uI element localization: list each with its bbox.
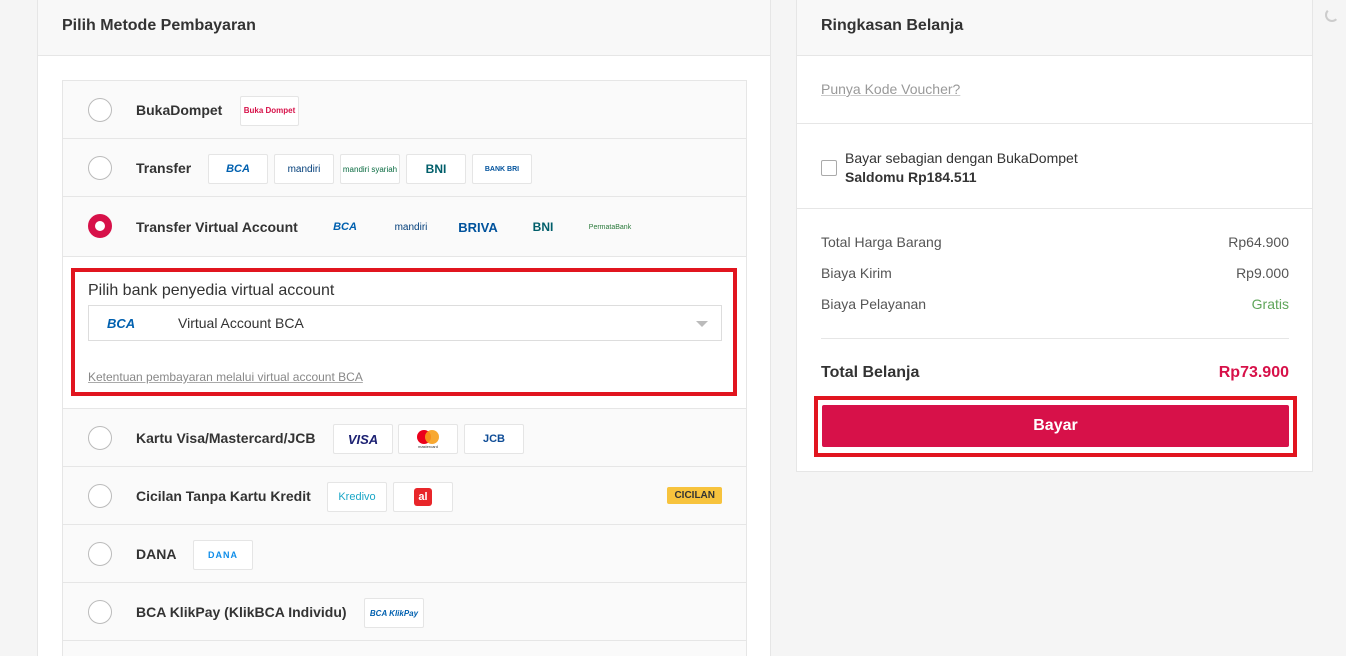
partial-pay-label: Bayar sebagian dengan BukaDompet (845, 150, 1078, 166)
method-virtual-account[interactable]: Transfer Virtual Account BCA mandiri BRI… (63, 197, 746, 257)
method-bca-klikpay[interactable]: BCA KlikPay (KlikBCA Individu) BCA KlikP… (63, 583, 746, 641)
va-bank-panel: Pilih bank penyedia virtual account BCA … (71, 268, 737, 396)
method-transfer[interactable]: Transfer BCA mandiri mandiri syariah BNI… (63, 139, 746, 197)
summary-row-service: Biaya Pelayanan Gratis (821, 296, 1289, 312)
method-cicilan[interactable]: Cicilan Tanpa Kartu Kredit Kredivo al CI… (63, 467, 746, 525)
method-label: DANA (136, 545, 177, 562)
mandiri-logo-icon: mandiri (394, 221, 428, 233)
payment-method-panel: Pilih Metode Pembayaran BukaDompet Buka … (37, 0, 771, 656)
bca-logo-icon: BCA (208, 154, 268, 184)
mandiri-syariah-logo-icon: mandiri syariah (340, 154, 400, 184)
summary-label: Biaya Kirim (821, 265, 892, 281)
bni-logo-icon: BNI (406, 154, 466, 184)
radio-card[interactable] (88, 426, 112, 450)
divider (821, 338, 1289, 339)
divider (797, 208, 1312, 209)
method-label: Transfer (136, 159, 192, 176)
va-title: Pilih bank penyedia virtual account (88, 282, 335, 299)
bri-logo-icon: BANK BRI (472, 154, 532, 184)
total-value: Rp73.900 (1218, 364, 1289, 381)
radio-bukadompet[interactable] (88, 98, 112, 122)
order-summary-panel: Ringkasan Belanja Punya Kode Voucher? Ba… (796, 0, 1313, 472)
order-summary-title: Ringkasan Belanja (797, 0, 1312, 56)
method-label: Cicilan Tanpa Kartu Kredit (136, 487, 311, 504)
radio-cicilan[interactable] (88, 484, 112, 508)
voucher-link[interactable]: Punya Kode Voucher? (821, 81, 960, 97)
balance-text: Saldomu Rp184.511 (845, 169, 977, 185)
method-bukadompet[interactable]: BukaDompet Buka Dompet (63, 81, 746, 139)
method-dana[interactable]: DANA DANA (63, 525, 746, 583)
visa-logo-icon: VISA (333, 424, 393, 454)
method-label: Transfer Virtual Account (136, 218, 298, 235)
method-row-partial (63, 641, 746, 656)
payment-method-title: Pilih Metode Pembayaran (38, 0, 770, 56)
loading-spinner-icon (1325, 8, 1339, 22)
summary-row-items: Total Harga Barang Rp64.900 (821, 234, 1289, 250)
radio-dana[interactable] (88, 542, 112, 566)
divider (797, 123, 1312, 124)
radio-virtual-account[interactable] (88, 214, 112, 238)
dana-logo-icon: DANA (193, 540, 253, 570)
summary-label: Biaya Pelayanan (821, 296, 927, 312)
radio-bca-klikpay[interactable] (88, 600, 112, 624)
pay-button[interactable]: Bayar (822, 405, 1289, 447)
akulaku-logo-icon: al (393, 482, 453, 512)
bca-logo-icon: BCA (107, 316, 136, 331)
partial-pay-checkbox[interactable] (821, 160, 837, 176)
va-selected-value: Virtual Account BCA (178, 315, 304, 331)
kredivo-logo-icon: Kredivo (327, 482, 387, 512)
method-label: Kartu Visa/Mastercard/JCB (136, 429, 316, 446)
chevron-down-icon (696, 321, 708, 327)
va-bank-select[interactable]: BCA Virtual Account BCA (88, 305, 722, 341)
pay-button-highlight: Bayar (814, 396, 1297, 457)
summary-value: Gratis (1251, 296, 1289, 312)
total-label: Total Belanja (821, 364, 920, 381)
bni-logo-icon: BNI (532, 220, 554, 234)
summary-label: Total Harga Barang (821, 234, 942, 250)
summary-row-shipping: Biaya Kirim Rp9.000 (821, 265, 1289, 281)
method-label: BukaDompet (136, 101, 223, 118)
briva-logo-icon: BRIVA (458, 219, 498, 235)
va-terms-link[interactable]: Ketentuan pembayaran melalui virtual acc… (88, 370, 363, 384)
total-row: Total Belanja Rp73.900 (821, 364, 1289, 382)
method-label: BCA KlikPay (KlikBCA Individu) (136, 603, 347, 620)
cicilan-badge: CICILAN (667, 487, 722, 504)
jcb-logo-icon: JCB (464, 424, 524, 454)
bukadompet-logo-icon: Buka Dompet (240, 96, 299, 126)
summary-value: Rp9.000 (1236, 265, 1289, 281)
radio-transfer[interactable] (88, 156, 112, 180)
mandiri-logo-icon: mandiri (274, 154, 334, 184)
summary-value: Rp64.900 (1228, 234, 1289, 250)
bca-logo-icon: BCA (333, 221, 357, 233)
method-card[interactable]: Kartu Visa/Mastercard/JCB VISA mastercar… (63, 409, 746, 467)
bca-klikpay-logo-icon: BCA KlikPay (364, 598, 424, 628)
mastercard-logo-icon: mastercard (398, 424, 458, 454)
permata-logo-icon: PermataBank (588, 223, 632, 231)
